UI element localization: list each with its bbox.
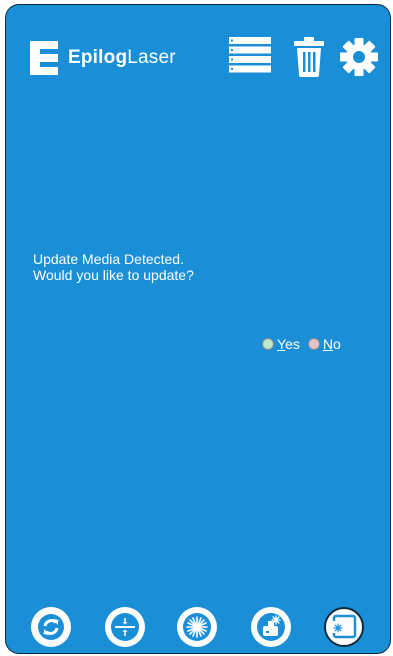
logo-text-bold: Epilog — [68, 47, 128, 68]
refresh-icon — [38, 614, 64, 640]
yes-label: Yes — [277, 336, 300, 352]
no-radio[interactable] — [307, 338, 320, 350]
trash-icon — [294, 37, 324, 77]
yes-radio[interactable] — [262, 338, 274, 350]
bottom-toolbar — [6, 607, 390, 651]
yes-option[interactable]: Yes — [262, 336, 300, 352]
yes-label-accel: Y — [277, 336, 286, 352]
delete-button[interactable] — [294, 37, 324, 77]
laser-fire-button[interactable] — [177, 607, 217, 647]
focus-icon — [111, 613, 139, 641]
no-label-accel: N — [322, 336, 333, 352]
logo-text: EpilogLaser — [68, 47, 176, 69]
message-line-1: Update Media Detected. — [33, 251, 184, 267]
message-line-2: Would you like to update? — [33, 267, 194, 283]
yes-label-rest: es — [285, 336, 300, 352]
logo-text-light: Laser — [127, 47, 176, 68]
gear-icon — [340, 38, 378, 76]
frame-icon — [331, 614, 357, 639]
frame-button[interactable] — [324, 607, 364, 647]
no-option[interactable]: No — [307, 336, 341, 352]
laser-job-button[interactable] — [251, 607, 291, 647]
settings-button[interactable] — [339, 37, 379, 77]
refresh-button[interactable] — [31, 607, 71, 647]
job-list-button[interactable] — [229, 37, 271, 73]
focus-button[interactable] — [105, 607, 145, 647]
main-panel: EpilogLaser Update Media Detected. Would… — [5, 4, 391, 654]
no-label: No — [323, 336, 341, 352]
no-label-rest: o — [332, 336, 341, 352]
job-list-icon — [229, 37, 271, 73]
update-message: Update Media Detected. Would you like to… — [33, 251, 194, 283]
laser-fire-icon — [183, 613, 211, 641]
epilog-laser-logo: EpilogLaser — [30, 41, 176, 75]
logo-mark-icon — [30, 41, 58, 75]
laser-job-icon — [257, 613, 285, 641]
update-choices: Yes No — [262, 336, 349, 352]
